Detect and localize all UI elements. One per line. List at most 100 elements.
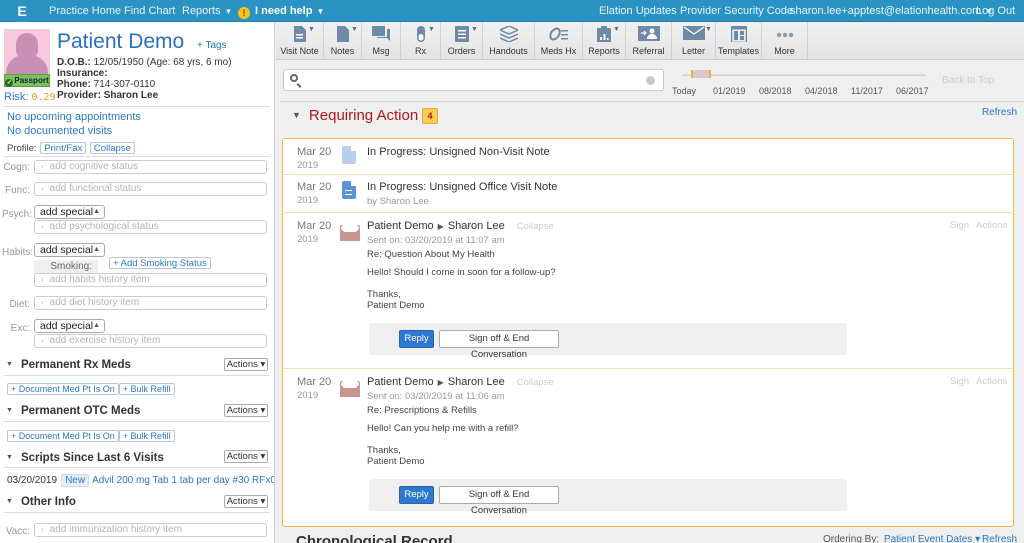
toolbar-referral[interactable]: Referral: [626, 22, 672, 60]
item-title-link[interactable]: In Progress: Unsigned Non-Visit Note: [367, 146, 550, 158]
timeline-label[interactable]: 08/2018: [759, 86, 792, 96]
bulk-refill-button[interactable]: + Bulk Refill: [118, 430, 175, 442]
timeline-label[interactable]: 11/2017: [851, 86, 883, 96]
toolbar-label: Meds Hx: [540, 46, 577, 56]
clipboard-chart-icon: [597, 26, 611, 42]
toolbar-rx[interactable]: ▼ Rx: [401, 22, 441, 60]
otc-meds-actions-button[interactable]: Actions ▾: [224, 404, 268, 417]
nav-need-help[interactable]: ! I need help ▼: [238, 0, 324, 22]
message-to: Sharon Lee: [447, 220, 505, 232]
section-rx-meds[interactable]: ▼ Permanent Rx Meds: [6, 359, 131, 371]
placeholder: add cognitive status: [49, 161, 139, 172]
upcoming-appointments-link[interactable]: No upcoming appointments: [7, 111, 141, 123]
message-subject: Re: Prescriptions & Refills: [367, 405, 477, 416]
nav-provider-security-code[interactable]: Provider Security Code: [680, 0, 793, 22]
reply-button[interactable]: Reply: [399, 486, 434, 504]
rx-meds-actions-button[interactable]: Actions ▾: [224, 358, 268, 371]
timeline-window-handle[interactable]: [691, 70, 711, 78]
nav-find-chart[interactable]: Find Chart: [124, 0, 175, 22]
func-label: Func:: [4, 185, 30, 196]
sign-off-end-conversation-button[interactable]: Sign off & End Conversation: [439, 330, 559, 360]
timeline-label[interactable]: 06/2017: [896, 86, 929, 96]
document-med-button[interactable]: + Document Med Pt Is On: [7, 383, 119, 395]
actions-link[interactable]: Actions: [976, 220, 1007, 231]
nav-need-help-label: I need help: [255, 5, 313, 17]
reply-bar: Reply Sign off & End Conversation: [369, 323, 847, 360]
functional-status-input[interactable]: › add functional status: [34, 182, 267, 196]
psych-special-select[interactable]: add special ▲: [34, 205, 105, 219]
item-date-day: Mar 20: [297, 146, 332, 158]
timeline-label[interactable]: 01/2019: [713, 86, 746, 96]
toolbar-notes[interactable]: ▼ Notes: [324, 22, 362, 60]
passport-badge[interactable]: ✓ Passport: [4, 74, 50, 87]
document-med-button[interactable]: + Document Med Pt Is On: [7, 430, 119, 442]
chronological-refresh-link[interactable]: Refresh: [982, 534, 1017, 543]
add-tags-link[interactable]: + Tags: [197, 40, 227, 51]
smoking-label: Smoking:: [34, 260, 98, 274]
timeline-label[interactable]: Today: [672, 86, 696, 96]
documented-visits-link[interactable]: No documented visits: [7, 125, 112, 137]
bulk-refill-button[interactable]: + Bulk Refill: [118, 383, 175, 395]
section-otc-meds[interactable]: ▼ Permanent OTC Meds: [6, 405, 140, 417]
section-scripts[interactable]: ▼ Scripts Since Last 6 Visits: [6, 452, 164, 464]
sign-off-end-conversation-button[interactable]: Sign off & End Conversation: [439, 486, 559, 516]
placeholder: add diet history item: [49, 297, 140, 308]
toolbar-orders[interactable]: ▼ Orders: [441, 22, 483, 60]
arrow-right-icon: ▶: [437, 378, 444, 387]
elation-logo[interactable]: E: [12, 0, 32, 24]
habits-history-input[interactable]: › add habits history item: [34, 273, 267, 287]
toolbar-label: Rx: [415, 46, 426, 56]
back-to-top-link[interactable]: Back to Top: [942, 75, 994, 86]
collapse-triangle-icon: ▼: [6, 361, 13, 368]
message-collapse-link[interactable]: Collapse: [517, 377, 554, 388]
toolbar-letter[interactable]: ▼ Letter: [672, 22, 716, 60]
ordering-dropdown[interactable]: Patient Event Dates ▾: [884, 534, 980, 543]
message-collapse-link[interactable]: Collapse: [517, 221, 554, 232]
nav-reports[interactable]: Reports ▼: [182, 0, 232, 22]
add-smoking-status-button[interactable]: + Add Smoking Status: [109, 257, 211, 269]
section-title: Scripts Since Last 6 Visits: [20, 452, 164, 464]
requiring-action-refresh-link[interactable]: Refresh: [982, 107, 1017, 118]
section-other-info[interactable]: ▼ Other Info: [6, 496, 76, 508]
toolbar-meds-hx[interactable]: Meds Hx: [535, 22, 583, 60]
timeline-track[interactable]: [682, 74, 926, 76]
other-info-actions-button[interactable]: Actions ▾: [224, 495, 268, 508]
scripts-actions-button[interactable]: Actions ▾: [224, 450, 268, 463]
timeline-label[interactable]: 04/2018: [805, 86, 838, 96]
nav-log-out[interactable]: Log Out: [976, 0, 1015, 22]
nav-practice-home[interactable]: Practice Home: [49, 0, 121, 22]
clear-search-icon[interactable]: [646, 76, 655, 85]
nav-elation-updates[interactable]: Elation Updates: [599, 0, 677, 22]
requiring-action-header[interactable]: ▼ Requiring Action: [292, 107, 418, 124]
diet-history-input[interactable]: › add diet history item: [34, 296, 267, 310]
list-item[interactable]: Mar 20 2019 In Progress: Unsigned Non-Vis…: [283, 139, 1013, 175]
nav-user-menu[interactable]: sharon.lee+apptest@elationhealth.com ▼: [790, 0, 993, 22]
toolbar-handouts[interactable]: Handouts: [483, 22, 535, 60]
patient-provider: Provider: Sharon Lee: [57, 90, 158, 101]
item-title-link[interactable]: In Progress: Unsigned Office Visit Note: [367, 181, 557, 193]
script-med-link[interactable]: Advil 200 mg Tab 1 tab per day #30 RFx0: [92, 475, 274, 486]
print-fax-button[interactable]: Print/Fax: [40, 142, 87, 154]
toolbar-more[interactable]: More: [762, 22, 808, 60]
script-date: 03/20/2019: [7, 475, 58, 486]
list-item[interactable]: Mar 20 2019 In Progress: Unsigned Office …: [283, 175, 1013, 213]
immunization-history-input[interactable]: › add immunization history item: [34, 523, 267, 537]
toolbar-visit-note[interactable]: ▼ Visit Note: [276, 22, 324, 60]
alert-icon: !: [238, 7, 250, 19]
exercise-special-select[interactable]: add special ▲: [34, 319, 105, 333]
cognitive-status-input[interactable]: › add cognitive status: [34, 160, 267, 174]
reply-button[interactable]: Reply: [399, 330, 434, 348]
chart-search-input[interactable]: [283, 69, 664, 91]
sign-link[interactable]: Sign: [950, 376, 969, 387]
toolbar-reports[interactable]: ▼ Reports: [583, 22, 626, 60]
toolbar-templates[interactable]: Templates: [716, 22, 762, 60]
sign-link[interactable]: Sign: [950, 220, 969, 231]
habits-special-select[interactable]: add special ▲: [34, 243, 105, 257]
top-nav: E Practice Home Find Chart Reports ▼ ! I n…: [0, 0, 1024, 24]
actions-link[interactable]: Actions: [976, 376, 1007, 387]
psychological-status-input[interactable]: › add psychological status: [34, 220, 267, 234]
collapse-profile-button[interactable]: Collapse: [89, 142, 135, 154]
toolbar-msg[interactable]: Msg: [362, 22, 401, 60]
exercise-history-input[interactable]: › add exercise history item: [34, 334, 267, 348]
chevron-down-icon: ▼: [428, 26, 435, 33]
